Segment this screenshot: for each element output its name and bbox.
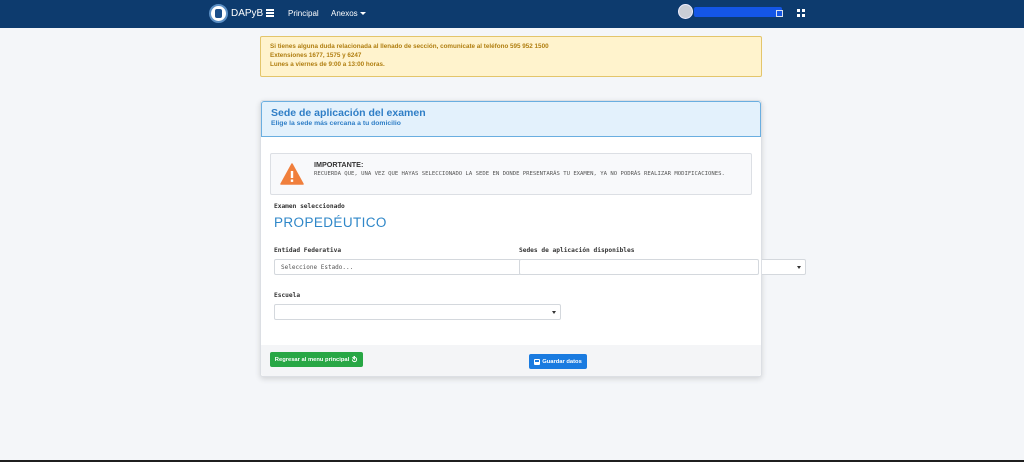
nav-link-anexos[interactable]: Anexos <box>331 9 366 18</box>
exam-label: Examen seleccionado <box>274 203 345 210</box>
chevron-down-icon <box>359 12 366 16</box>
help-alert: Si tienes alguna duda relacionada al lle… <box>260 36 762 77</box>
card-header: Sede de aplicación del examen Elige la s… <box>261 101 761 137</box>
exam-location-card: Sede de aplicación del examen Elige la s… <box>260 100 762 377</box>
exam-value: PROPEDÉUTICO <box>274 215 387 230</box>
entidad-select-value: Seleccione Estado... <box>281 264 354 271</box>
chevron-down-icon <box>797 266 801 269</box>
card-footer: Regresar al menu principal Guardar datos <box>261 345 761 376</box>
nav-link-principal[interactable]: Principal <box>288 9 319 18</box>
important-title: IMPORTANTE: <box>314 160 364 169</box>
expand-icon[interactable] <box>776 10 783 17</box>
chevron-down-icon <box>552 311 556 314</box>
save-icon <box>534 358 541 365</box>
menu-icon[interactable] <box>266 9 274 17</box>
warning-icon <box>280 163 304 185</box>
logo[interactable] <box>209 4 228 23</box>
escuela-label: Escuela <box>274 292 301 299</box>
top-navbar: DAPyB Principal Anexos <box>0 0 1024 28</box>
save-data-button[interactable]: Guardar datos <box>529 354 587 369</box>
nav-link-anexos-label: Anexos <box>331 9 358 18</box>
back-to-main-menu-button[interactable]: Regresar al menu principal <box>270 352 363 367</box>
important-notice: IMPORTANTE: RECUERDA QUE, UNA VEZ QUE HA… <box>270 153 752 195</box>
entidad-select[interactable]: Seleccione Estado... <box>274 259 521 275</box>
undo-icon <box>352 356 358 363</box>
user-name-redacted[interactable] <box>694 7 782 17</box>
sedes-select[interactable] <box>519 259 759 275</box>
grid-icon[interactable] <box>797 9 805 17</box>
important-text: RECUERDA QUE, UNA VEZ QUE HAYAS SELECCIO… <box>314 171 725 177</box>
sedes-select-overflow[interactable] <box>762 259 806 275</box>
back-button-label: Regresar al menu principal <box>274 356 350 363</box>
entidad-label: Entidad Federativa <box>274 247 342 254</box>
alert-line-extensions: Extensiones 1677, 1575 y 6247 <box>270 52 362 59</box>
alert-line-hours: Lunes a viernes de 9:00 a 13:00 horas. <box>270 61 385 68</box>
card-title: Sede de aplicación del examen <box>271 107 426 119</box>
brand-name[interactable]: DAPyB <box>231 8 263 19</box>
save-button-label: Guardar datos <box>542 358 582 365</box>
alert-line-phone: Si tienes alguna duda relacionada al lle… <box>270 43 549 50</box>
avatar[interactable] <box>678 4 693 19</box>
sedes-label: Sedes de aplicación disponibles <box>519 247 635 254</box>
card-subtitle: Elige la sede más cercana a tu domicilio <box>271 120 401 127</box>
escuela-select[interactable] <box>274 304 561 320</box>
